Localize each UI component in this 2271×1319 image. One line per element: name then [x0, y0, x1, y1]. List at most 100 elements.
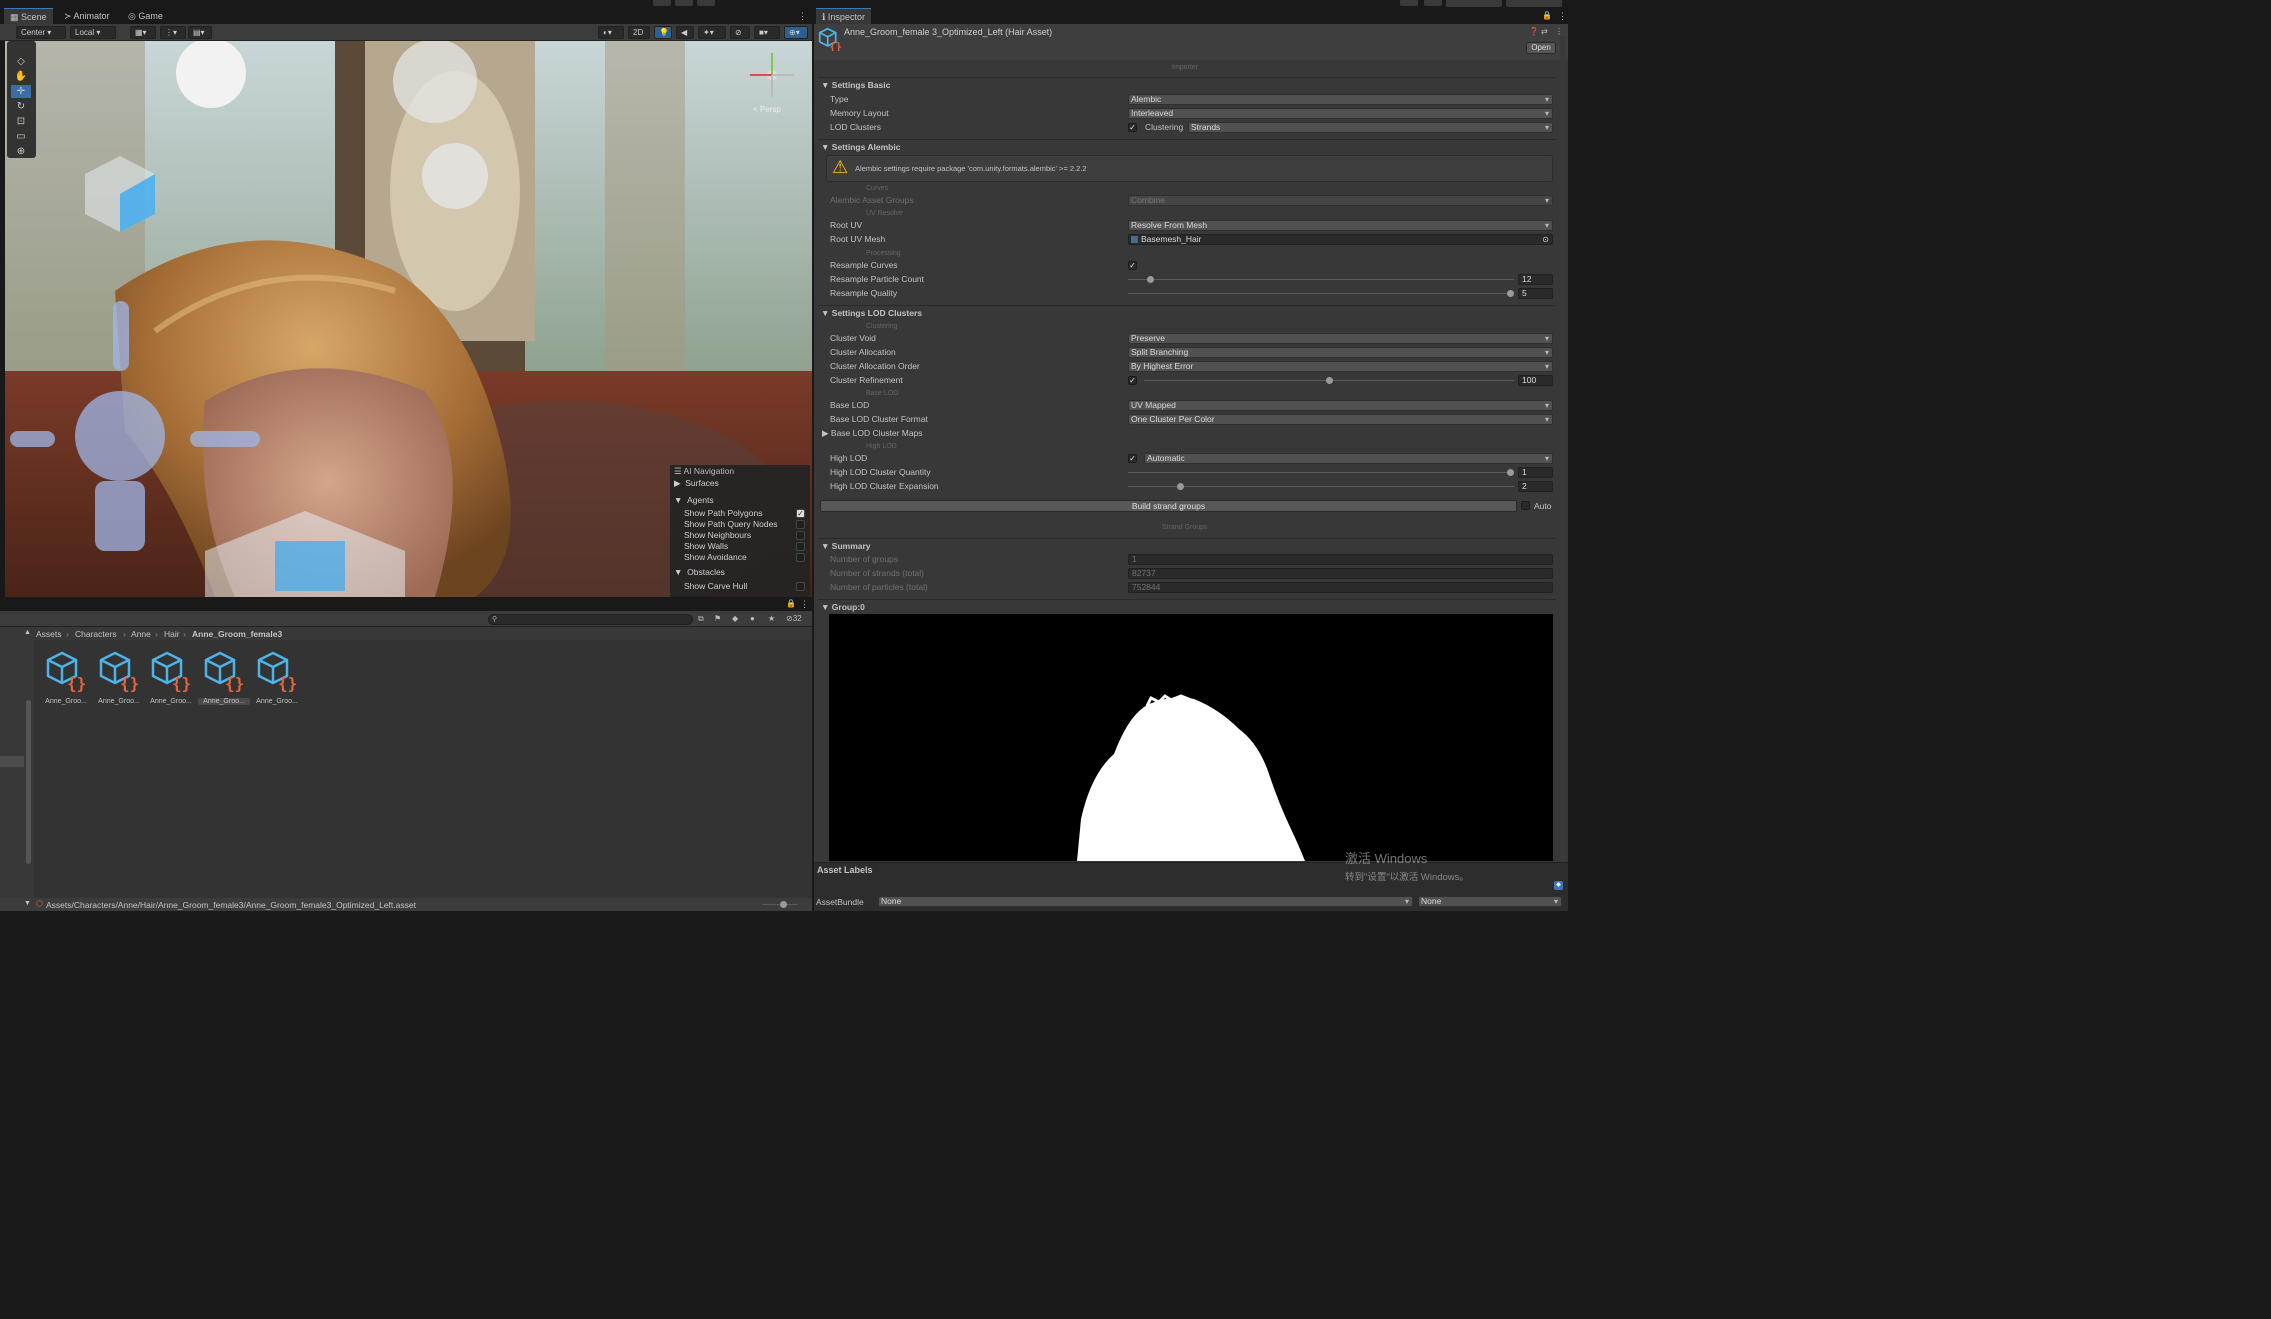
object-picker-icon[interactable]: ⊙ — [1542, 235, 1549, 244]
search-by-type-icon[interactable]: ⧉ — [698, 614, 704, 624]
pause-button[interactable] — [675, 0, 693, 6]
lock-icon[interactable]: 🔒 — [1542, 11, 1552, 20]
auto-build-checkbox[interactable] — [1521, 501, 1530, 510]
show-neighbours-checkbox[interactable] — [796, 531, 805, 540]
asset-tile[interactable]: {} Anne_Groo... — [40, 650, 92, 705]
view-tool-icon[interactable]: ◇ — [11, 55, 31, 68]
favorite-star-icon[interactable]: ★ — [768, 614, 775, 623]
breadcrumb-current[interactable]: Anne_Groom_female3 — [192, 629, 282, 639]
memory-layout-dropdown[interactable]: Interleaved — [1128, 108, 1553, 119]
grid-snap-dropdown[interactable]: ▦▾ — [130, 26, 156, 39]
history-icon[interactable] — [1400, 0, 1418, 6]
scale-tool-icon[interactable]: ⊡ — [11, 115, 31, 128]
high-lod-dropdown[interactable]: Automatic — [1144, 453, 1553, 464]
camera-dropdown[interactable]: ■▾ — [754, 26, 780, 39]
breadcrumb-anne[interactable]: Anne — [131, 629, 151, 639]
effects-dropdown[interactable]: ✦▾ — [698, 26, 726, 39]
inspector-scrollbar[interactable] — [1560, 36, 1566, 862]
show-walls-checkbox[interactable] — [796, 542, 805, 551]
more-menu-icon[interactable]: ⋮ — [798, 11, 807, 22]
pivot-dropdown[interactable]: Center ▾ — [16, 26, 66, 39]
clustering-dropdown[interactable]: Strands — [1188, 122, 1553, 133]
obstacles-foldout[interactable]: ▼ Obstacles — [674, 567, 725, 577]
breadcrumb-characters[interactable]: Characters — [75, 629, 117, 639]
filter-by-type-icon[interactable]: ⚑ — [714, 614, 721, 623]
high-lod-cluster-quantity-knob[interactable] — [1507, 469, 1514, 476]
high-lod-cluster-quantity-slider[interactable] — [1128, 472, 1514, 473]
audio-toggle-icon[interactable]: ◀ — [676, 26, 694, 39]
folder-tree-scrollbar[interactable] — [26, 700, 31, 864]
space-dropdown[interactable]: Local ▾ — [70, 26, 116, 39]
resample-quality-knob[interactable] — [1507, 290, 1514, 297]
tab-game[interactable]: ◎ Game — [122, 8, 169, 24]
high-lod-cluster-expansion-field[interactable]: 2 — [1518, 481, 1553, 492]
help-icon[interactable]: ❓ — [1529, 27, 1539, 36]
show-path-query-nodes-checkbox[interactable] — [796, 520, 805, 529]
resample-particle-count-slider[interactable] — [1128, 279, 1514, 280]
shading-mode-dropdown[interactable]: ◐▾ — [598, 26, 624, 39]
hidden-packages-button[interactable]: ⊘32 — [786, 614, 802, 623]
persp-label[interactable]: < Persp — [753, 105, 781, 114]
gizmos-dropdown[interactable]: ⊕▾ — [784, 26, 808, 39]
layers-dropdown[interactable] — [1446, 0, 1502, 7]
log-icon[interactable]: ● — [750, 614, 755, 623]
toggle-2d-button[interactable]: 2D — [628, 26, 650, 39]
play-button[interactable] — [653, 0, 671, 6]
lock-icon[interactable]: 🔒 — [786, 599, 796, 608]
tab-scene[interactable]: ▦ Scene — [4, 8, 53, 24]
move-tool-icon[interactable]: ✛ — [11, 85, 31, 98]
cluster-allocation-dropdown[interactable]: Split Branching — [1128, 347, 1553, 358]
show-path-polygons-checkbox[interactable]: ✓ — [796, 509, 805, 518]
assetbundle-variant-dropdown[interactable]: None — [1418, 896, 1562, 907]
preset-icon[interactable]: ⇄ — [1541, 27, 1548, 36]
lod-clusters-checkbox[interactable]: ✓ — [1128, 123, 1137, 132]
project-menu-icon[interactable]: ⋮ — [800, 599, 809, 610]
render-mode-dropdown[interactable]: ▤▾ — [188, 26, 212, 39]
group-preview[interactable] — [829, 614, 1553, 861]
asset-tile[interactable]: {} Anne_Groo... — [251, 650, 303, 705]
scene-visibility-icon[interactable]: ⊘ — [730, 26, 750, 39]
show-avoidance-checkbox[interactable] — [796, 553, 805, 562]
agents-foldout[interactable]: ▼ Agents — [674, 495, 714, 505]
type-dropdown[interactable]: Alembic — [1128, 94, 1553, 105]
cluster-void-dropdown[interactable]: Preserve — [1128, 333, 1553, 344]
settings-basic-foldout[interactable]: ▼ Settings Basic — [818, 77, 1556, 91]
base-lod-cluster-maps-foldout[interactable]: ▶ Base LOD Cluster Maps — [822, 428, 923, 439]
open-button[interactable]: Open — [1526, 42, 1556, 54]
tab-animator[interactable]: ≻ Animator — [58, 8, 116, 24]
project-folder-tree[interactable] — [0, 640, 34, 898]
collapse-icon[interactable]: ▼ — [24, 900, 31, 907]
group-0-foldout[interactable]: ▼ Group:0 — [818, 599, 1556, 613]
hand-tool-icon[interactable]: ✋ — [11, 70, 31, 83]
summary-foldout[interactable]: ▼ Summary — [818, 538, 1556, 552]
search-icon[interactable] — [1424, 0, 1442, 6]
surfaces-foldout[interactable]: ▶ Surfaces — [674, 478, 719, 489]
resample-particle-count-knob[interactable] — [1146, 276, 1154, 283]
resample-quality-slider[interactable] — [1128, 293, 1514, 294]
rotate-tool-icon[interactable]: ↻ — [11, 100, 31, 113]
settings-alembic-foldout[interactable]: ▼ Settings Alembic — [818, 139, 1556, 153]
layout-dropdown[interactable] — [1506, 0, 1562, 7]
root-uv-mesh-field[interactable]: Basemesh_Hair ⊙ — [1128, 234, 1553, 245]
resample-curves-checkbox[interactable]: ✓ — [1128, 261, 1137, 270]
high-lod-checkbox[interactable]: ✓ — [1128, 454, 1137, 463]
base-lod-cluster-format-dropdown[interactable]: One Cluster Per Color — [1128, 414, 1553, 425]
transform-tool-icon[interactable]: ⊕ — [11, 145, 31, 158]
high-lod-cluster-quantity-field[interactable]: 1 — [1518, 467, 1553, 478]
settings-lod-clusters-foldout[interactable]: ▼ Settings LOD Clusters — [818, 305, 1556, 319]
show-carve-hull-checkbox[interactable] — [796, 582, 805, 591]
breadcrumb-assets[interactable]: Assets — [36, 629, 62, 639]
asset-tile[interactable]: {} Anne_Groo... — [145, 650, 197, 705]
snap-increment-dropdown[interactable]: ⋮▾ — [160, 26, 186, 39]
alembic-asset-groups-dropdown[interactable]: Combine — [1128, 195, 1553, 206]
base-lod-dropdown[interactable]: UV Mapped — [1128, 400, 1553, 411]
resample-particle-count-field[interactable]: 12 — [1518, 274, 1553, 285]
step-button[interactable] — [697, 0, 715, 6]
cluster-allocation-order-dropdown[interactable]: By Highest Error — [1128, 361, 1553, 372]
cluster-refinement-knob[interactable] — [1325, 377, 1333, 384]
high-lod-cluster-expansion-knob[interactable] — [1177, 483, 1185, 490]
tab-inspector[interactable]: ℹ Inspector — [816, 8, 871, 24]
project-search-input[interactable]: ⚲ — [488, 614, 693, 625]
high-lod-cluster-expansion-slider[interactable] — [1128, 486, 1514, 487]
lighting-toggle-icon[interactable]: 💡 — [654, 26, 672, 39]
